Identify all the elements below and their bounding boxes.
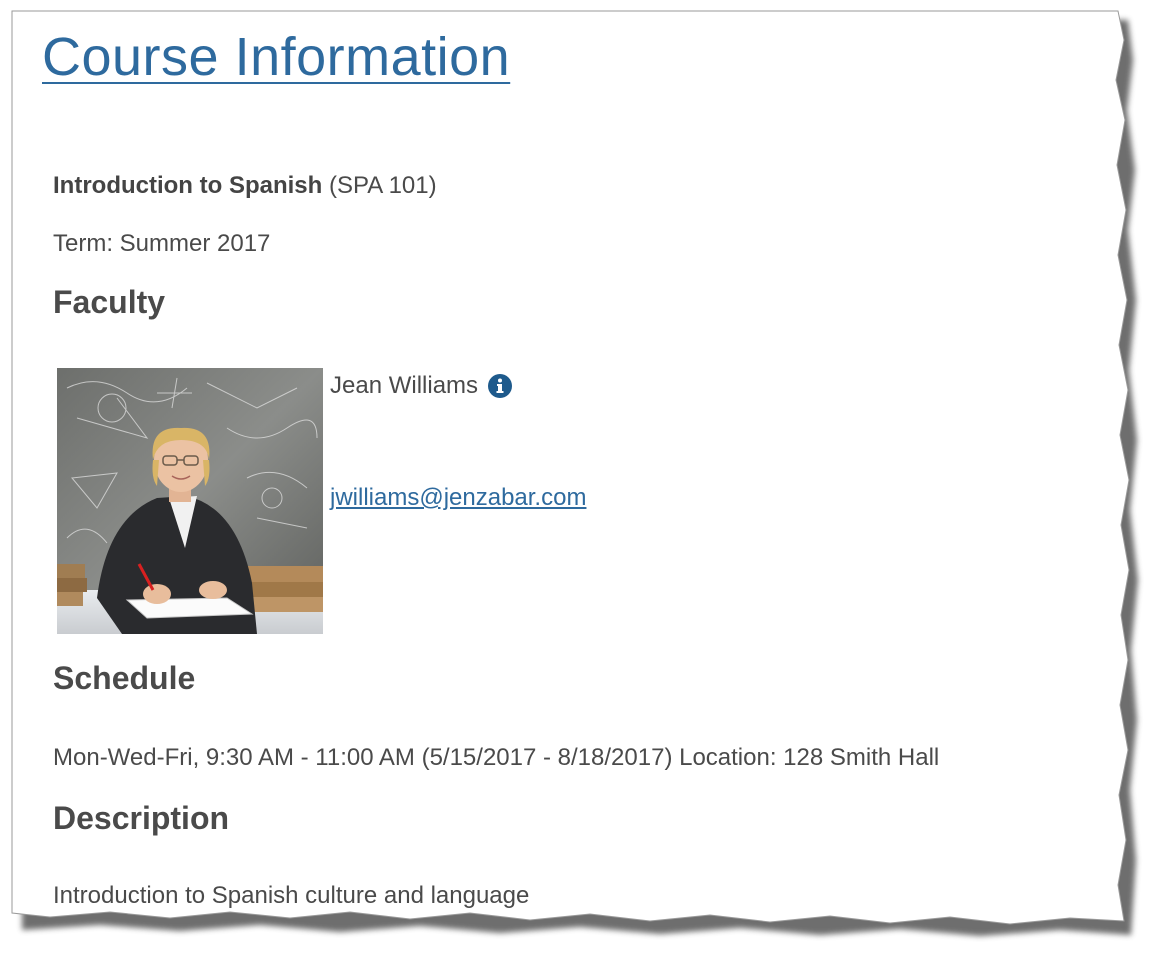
faculty-photo <box>57 368 323 634</box>
course-description: Introduction to Spanish culture and lang… <box>53 882 530 909</box>
faculty-name-row: Jean Williams <box>330 372 513 400</box>
faculty-name: Jean Williams <box>330 372 479 399</box>
course-name: Introduction to Spanish <box>53 172 323 199</box>
course-name-line: Introduction to Spanish (SPA 101) <box>53 172 437 200</box>
schedule-details: Mon-Wed-Fri, 9:30 AM - 11:00 AM (5/15/20… <box>53 744 940 771</box>
description-heading: Description <box>53 800 230 836</box>
course-term: Term: Summer 2017 <box>53 230 271 257</box>
info-circle-icon[interactable] <box>488 374 513 398</box>
faculty-heading: Faculty <box>53 284 166 320</box>
course-info-card: Course Information Introduction to Spani… <box>14 12 1124 922</box>
faculty-photo-image <box>57 368 323 634</box>
schedule-heading: Schedule <box>53 660 196 696</box>
course-code: (SPA 101) <box>328 172 437 199</box>
faculty-email-link[interactable]: jwilliams@jenzabar.com <box>330 484 586 512</box>
page-title-link[interactable]: Course Information <box>42 26 510 88</box>
screenshot-stage: Course Information Introduction to Spani… <box>0 0 1155 962</box>
